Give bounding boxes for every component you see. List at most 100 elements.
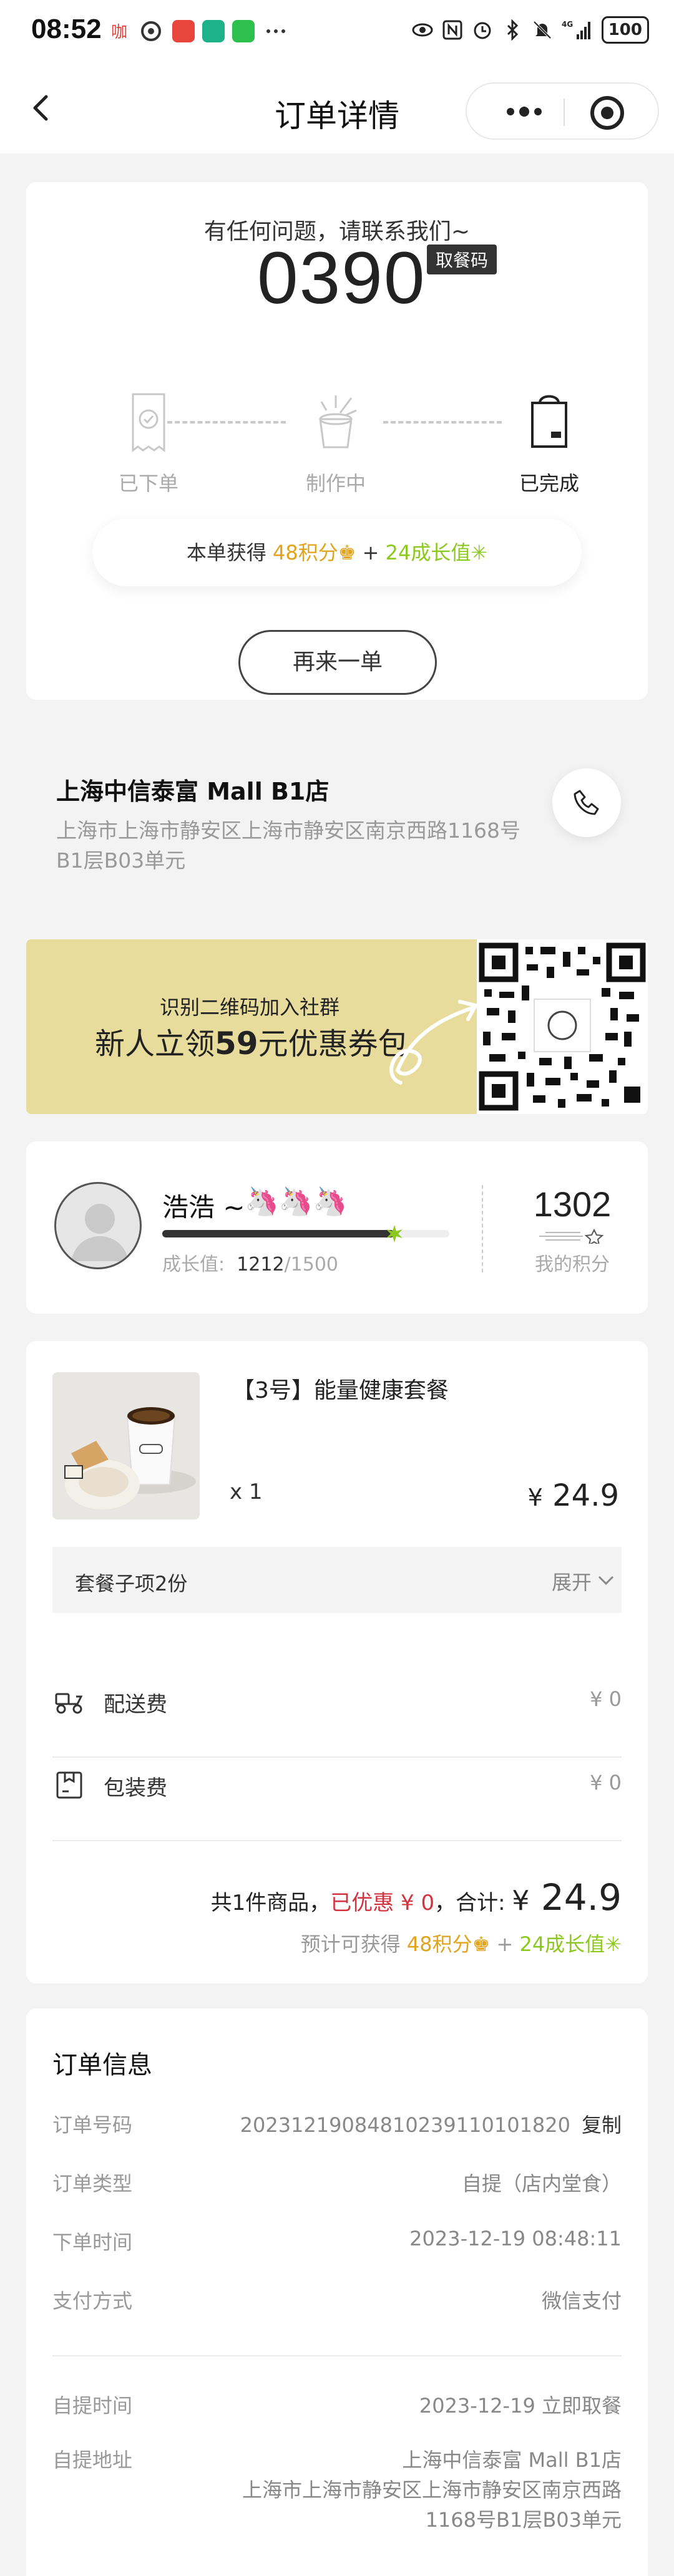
eye-icon [412,23,433,37]
status-time: 08:52 [31,14,102,44]
nav-bar: 订单详情 [0,62,674,153]
app-notification-icon [202,20,225,42]
crown-icon: ♚ [472,1932,491,1956]
copy-button[interactable]: 复制 [582,2113,622,2137]
app-notification-icon: 咖 [110,20,132,42]
packaging-fee-label: 包装费 [104,1776,167,1801]
step-connector [383,421,502,424]
step-completed-label: 已完成 [519,472,579,495]
pickup-address-row: 自提地址 上海中信泰富 Mall B1店 上海市上海市静安区上海市静安区南京西路… [52,2448,622,2550]
close-miniprogram-icon[interactable] [589,95,625,131]
phone-icon [574,790,599,815]
delivery-fee-row: 配送费 ¥ 0 [52,1672,622,1728]
svg-text:4G: 4G [562,20,573,29]
member-name: 浩浩 ~ [162,1192,245,1223]
step-connector [167,421,286,424]
points-label: 我的积分 [535,1254,610,1276]
reward-points: 48积分 [273,541,338,564]
product-quantity: x 1 [230,1479,263,1504]
bag-completed-icon [531,395,567,448]
expected-rewards: 预计可获得 48积分♚ + 24成长值✳ [300,1932,622,1956]
chevron-down-icon [598,1576,614,1586]
delivery-fee-label: 配送费 [104,1692,167,1717]
order-total: 共1件商品，已优惠 ¥ 0，合计: ¥ 24.9 [210,1876,622,1919]
combo-expand-label[interactable]: 展开 [552,1567,592,1595]
pickup-card: 有任何问题，请联系我们~ 0390 取餐码 已下单 制作中 已完成 本单获得 4… [26,182,648,700]
packaging-fee-value: ¥ 0 [590,1771,622,1794]
step-completed: 已完成 [487,388,612,496]
step-making: 制作中 [273,388,398,496]
nfc-icon [442,20,462,40]
mute-icon [533,21,552,39]
bluetooth-icon [507,19,518,41]
pickup-code: 0390 [257,237,426,319]
growth-progress-bar [162,1230,449,1237]
step-ordered-label: 已下单 [118,472,178,495]
reward-growth: 24成长值 [385,541,471,564]
community-banner[interactable]: 识别二维码加入社群 新人立领59元优惠券包 [26,939,648,1114]
pickup-address-value: 上海中信泰富 Mall B1店 上海市上海市静安区上海市静安区南京西路 1168… [242,2448,622,2532]
step-ordered: 已下单 [86,388,211,496]
delivery-fee-value: ¥ 0 [590,1687,622,1711]
unicorn-badge-icon: 🦄🦄🦄 [245,1186,348,1218]
scooter-icon [55,1693,83,1714]
capsule-divider [564,99,565,126]
arrow-doodle-icon [389,1000,479,1085]
battery-indicator: 100 [601,16,649,44]
combo-label: 套餐子项2份 [75,1572,188,1595]
signal-icon: 4G [562,20,590,39]
combo-subitems-row[interactable]: 套餐子项2份 展开 [52,1547,622,1613]
divider [52,2355,622,2356]
svg-text:咖: 咖 [111,23,127,42]
order-info-title: 订单信息 [52,2051,152,2080]
pickup-time-value: 2023-12-19 立即取餐 [419,2394,622,2418]
total-amount: ¥ 24.9 [512,1876,622,1919]
coffee-set-image [52,1372,200,1519]
reorder-button[interactable]: 再来一单 [238,630,437,695]
order-type-value: 自提（店内堂食） [461,2172,622,2196]
store-address: 上海市上海市静安区上海市静安区南京西路1168号B1层B03单元 [56,818,520,873]
payment-method-value: 微信支付 [541,2289,622,2313]
order-items-card: 【3号】能量健康套餐 x 1 ¥ 24.9 套餐子项2份 展开 配送费 ¥ 0 … [26,1341,648,1983]
growth-text: 成长值: 1212/1500 [162,1254,339,1276]
spark-icon: ✳ [471,541,488,564]
avatar [54,1182,142,1269]
app-notification-icon [140,20,162,42]
growth-star-icon [386,1225,403,1242]
product-price: ¥ 24.9 [527,1478,619,1513]
wechat-icon [232,20,255,42]
member-card[interactable]: 浩浩 ~ 🦄🦄🦄 成长值: 1212/1500 1302 我的积分 [26,1141,648,1314]
more-notifications-icon [265,20,287,42]
growth-progress-fill [162,1230,394,1237]
reward-plus: + [362,541,379,564]
store-name: 上海中信泰富 Mall B1店 [56,778,330,805]
points-value: 1302 [533,1184,612,1224]
call-store-button[interactable] [552,768,621,837]
order-number-value: 20231219084810239110101820 [240,2113,570,2137]
cup-making-icon [319,395,357,448]
divider [52,1840,622,1841]
package-icon [56,1771,82,1799]
step-making-label: 制作中 [305,472,366,495]
reward-prefix: 本单获得 [186,541,266,564]
qr-code-image [477,939,648,1114]
app-notification-icon [172,20,195,42]
status-bar: 08:52 咖 4G 100 [0,0,674,62]
discount-amount: 已优惠 ¥ 0 [330,1891,435,1915]
order-info-card: 订单信息 订单号码 20231219084810239110101820 复制 订… [26,2008,648,2576]
spark-icon: ✳ [605,1932,622,1956]
banner-line1: 识别二维码加入社群 [160,995,340,1019]
reward-summary: 本单获得 48积分♚ + 24成长值✳ [92,519,582,586]
banner-line2: 新人立领59元优惠券包 [95,1025,408,1062]
points-ornament-icon [539,1229,604,1244]
user-silhouette-icon [71,1204,129,1261]
miniprogram-capsule [466,82,659,140]
more-options-icon[interactable] [493,97,555,126]
product-name: 【3号】能量健康套餐 [232,1378,449,1403]
pickup-code-badge: 取餐码 [427,245,497,274]
alarm-icon [474,22,491,39]
order-time-value: 2023-12-19 08:48:11 [409,2227,622,2250]
packaging-fee-row: 包装费 ¥ 0 [52,1755,622,1811]
crown-icon: ♚ [338,541,356,564]
member-divider [482,1185,483,1272]
